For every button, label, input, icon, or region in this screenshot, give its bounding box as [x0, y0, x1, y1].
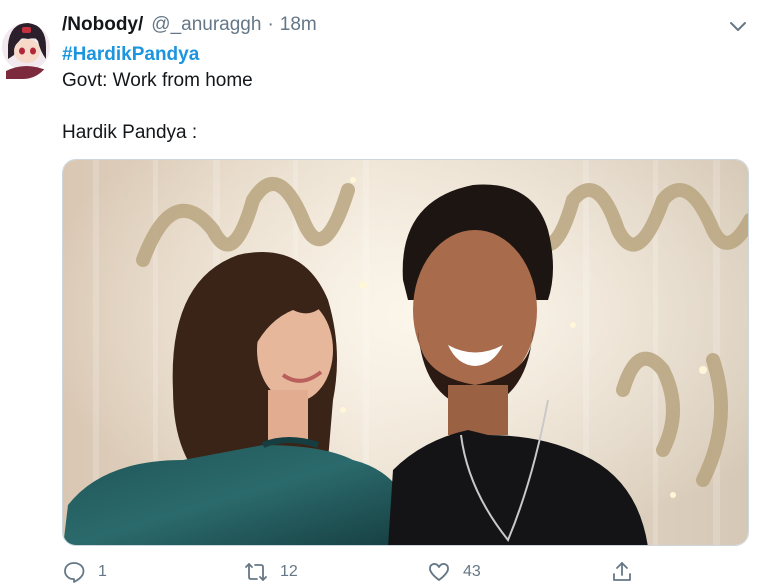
- like-count: 43: [463, 563, 481, 580]
- like-button[interactable]: 43: [427, 560, 481, 584]
- retweet-button[interactable]: 12: [244, 560, 298, 584]
- timestamp[interactable]: 18m: [280, 14, 317, 36]
- reply-count: 1: [98, 563, 107, 580]
- heart-icon: [429, 563, 449, 581]
- user-handle[interactable]: @_anuraggh: [151, 14, 261, 36]
- tweet-header: /Nobody/ @_anuraggh · 18m: [62, 14, 317, 40]
- hashtag-link[interactable]: #HardikPandya: [62, 44, 199, 66]
- reply-button[interactable]: 1: [62, 560, 107, 584]
- tweet-actions: 1 12 43: [62, 560, 662, 586]
- avatar[interactable]: [2, 11, 51, 79]
- tweet-text-line: Hardik Pandya :: [62, 122, 198, 143]
- retweet-icon: [245, 563, 267, 581]
- display-name[interactable]: /Nobody/: [62, 14, 143, 36]
- chevron-down-icon[interactable]: [728, 16, 748, 36]
- separator-dot: ·: [267, 14, 274, 35]
- share-icon: [613, 562, 631, 581]
- retweet-count: 12: [280, 563, 298, 580]
- tweet-media-photo[interactable]: [62, 159, 749, 546]
- comment-icon: [64, 562, 85, 583]
- tweet-text-line: Govt: Work from home: [62, 70, 253, 91]
- share-button[interactable]: [610, 560, 634, 584]
